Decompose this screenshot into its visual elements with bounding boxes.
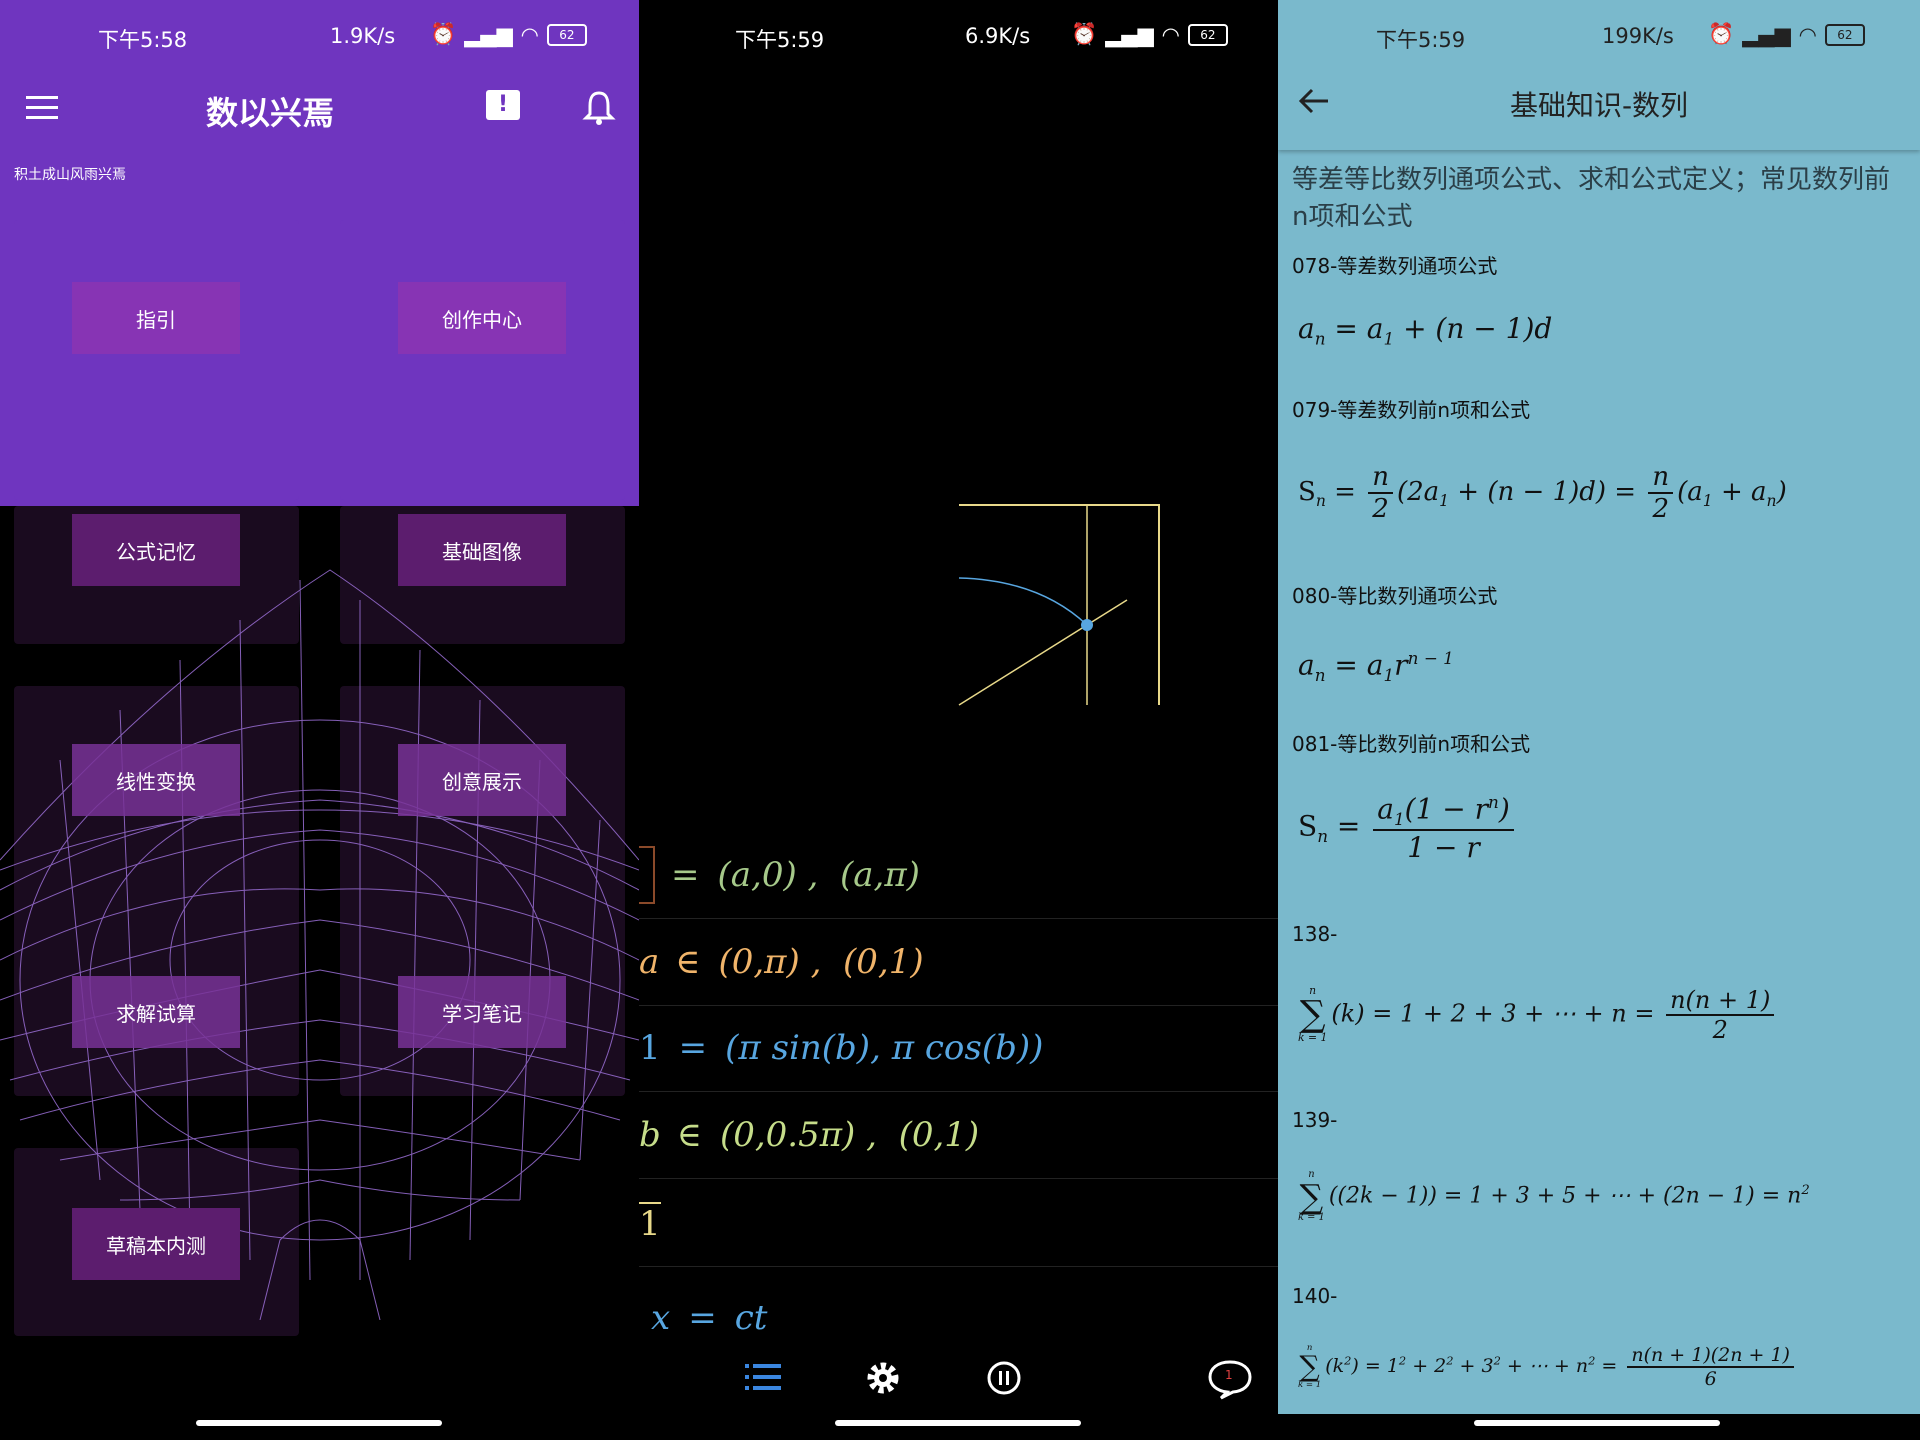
section-title: 079-等差数列前n项和公式 — [1292, 398, 1531, 422]
formula-080: an = a1rn − 1 — [1298, 648, 1454, 685]
status-icons: ⏰ ▂▄▆ ◠ 62 — [1708, 22, 1865, 47]
wifi-icon: ◠ — [1161, 22, 1180, 47]
study-notes-button[interactable]: 学习笔记 — [398, 976, 566, 1048]
card — [14, 220, 299, 500]
status-icons: ⏰ ▂▄▆ ◠ 62 — [1071, 22, 1228, 47]
status-network-rate: 1.9K/s — [330, 24, 396, 48]
app-subtitle: 积土成山风雨兴焉 — [14, 167, 126, 183]
section-title: 081-等比数列前n项和公式 — [1292, 732, 1531, 756]
battery-icon: 62 — [1824, 23, 1865, 46]
home-indicator[interactable] — [196, 1420, 442, 1426]
signal-icon: ▂▄▆ — [464, 22, 513, 47]
equation-row[interactable]: 1 — [639, 1180, 1278, 1267]
linear-transform-button[interactable]: 线性变换 — [72, 744, 240, 816]
home-indicator[interactable] — [1474, 1420, 1720, 1426]
status-time: 下午5:58 — [98, 28, 188, 52]
bell-icon[interactable] — [582, 90, 616, 126]
status-network-rate: 199K/s — [1602, 24, 1674, 48]
signal-icon: ▂▄▆ — [1105, 22, 1154, 47]
status-bar: 下午5:59 6.9K/s ⏰ ▂▄▆ ◠ 62 — [639, 0, 1278, 72]
bottom-toolbar: 1 — [639, 1344, 1278, 1416]
feedback-icon[interactable]: ! — [486, 90, 520, 120]
sequence-knowledge-screen: 下午5:59 199K/s ⏰ ▂▄▆ ◠ 62 基础知识-数列 等差等比数列通… — [1278, 0, 1920, 1440]
solve-trial-button[interactable]: 求解试算 — [72, 976, 240, 1048]
comment-badge: 1 — [1225, 1368, 1233, 1382]
animation-screen: 下午5:59 6.9K/s ⏰ ▂▄▆ ◠ 62 = (a,0) , (a,π)… — [639, 0, 1278, 1440]
equation-row[interactable]: x = ct — [639, 1288, 1278, 1348]
wifi-icon: ◠ — [520, 22, 539, 47]
guide-button[interactable]: 指引 — [72, 282, 240, 354]
formula-079: Sn = n 2 (2a1 + (n − 1)d) = n 2 (a1 + an) — [1298, 462, 1787, 524]
geometry-canvas — [958, 504, 1160, 706]
equation-row[interactable]: 1 = (π sin(b), π cos(b)) — [639, 1005, 1278, 1092]
formula-138: n ∑ k = 1 (k) = 1 + 2 + 3 + ⋯ + n = n(n + 1… — [1298, 985, 1778, 1044]
status-bar: 下午5:59 199K/s ⏰ ▂▄▆ ◠ 62 — [1278, 0, 1920, 72]
section-title: 080-等比数列通项公式 — [1292, 584, 1498, 608]
basic-graph-button[interactable]: 基础图像 — [398, 514, 566, 586]
page-description: 等差等比数列通项公式、求和公式定义；常见数列前n项和公式 — [1292, 165, 1891, 232]
status-bar: 下午5:58 1.9K/s ⏰ ▂▄▆ ◠ 62 — [0, 0, 639, 72]
pause-icon[interactable] — [986, 1360, 1022, 1396]
status-network-rate: 6.9K/s — [965, 24, 1031, 48]
alarm-icon: ⏰ — [1708, 22, 1735, 46]
list-icon[interactable] — [745, 1362, 781, 1392]
status-time: 下午5:59 — [735, 28, 825, 52]
creation-center-button[interactable]: 创作中心 — [398, 282, 566, 354]
nav-bar-background — [1278, 1414, 1920, 1440]
section-title: 140- — [1292, 1284, 1338, 1308]
wifi-icon: ◠ — [1798, 22, 1817, 47]
creative-showcase-button[interactable]: 创意展示 — [398, 744, 566, 816]
signal-icon: ▂▄▆ — [1742, 22, 1791, 47]
gear-icon[interactable] — [865, 1360, 901, 1396]
formula-memory-button[interactable]: 公式记忆 — [72, 514, 240, 586]
home-screen: 下午5:58 1.9K/s ⏰ ▂▄▆ ◠ 62 数以兴焉 ! 积土成山风雨兴焉 — [0, 0, 639, 1440]
card — [340, 220, 625, 500]
battery-icon: 62 — [1187, 23, 1228, 46]
formula-078: an = a1 + (n − 1)d — [1298, 312, 1553, 349]
equation-row[interactable]: a ∈ (0,π) , (0,1) — [639, 919, 1278, 1006]
page-title: 基础知识-数列 — [1509, 89, 1689, 122]
equation-row[interactable]: = (a,0) , (a,π) — [639, 832, 1278, 919]
formula-140: n ∑ k = 1 (k2) = 12 + 22 + 32 + ⋯ + n2 = n(… — [1298, 1344, 1798, 1390]
wireframe-surface — [0, 569, 639, 1320]
status-time: 下午5:59 — [1376, 28, 1466, 52]
status-icons: ⏰ ▂▄▆ ◠ 62 — [430, 22, 587, 47]
alarm-icon: ⏰ — [1071, 22, 1098, 46]
home-indicator[interactable] — [835, 1420, 1081, 1426]
section-title: 138- — [1292, 922, 1338, 946]
formula-081: Sn = a1(1 − rn) 1 − r — [1298, 792, 1518, 864]
section-title: 139- — [1292, 1108, 1338, 1132]
equation-row[interactable]: b ∈ (0,0.5π) , (0,1) — [639, 1092, 1278, 1179]
formula-139: n ∑ k = 1 ((2k − 1)) = 1 + 3 + 5 + ⋯ + (2n … — [1298, 1169, 1810, 1223]
scratchpad-beta-button[interactable]: 草稿本内测 — [72, 1208, 240, 1280]
section-title: 078-等差数列通项公式 — [1292, 254, 1498, 278]
battery-icon: 62 — [546, 23, 587, 46]
alarm-icon: ⏰ — [430, 22, 457, 46]
app-title: 数以兴焉 — [205, 94, 334, 132]
